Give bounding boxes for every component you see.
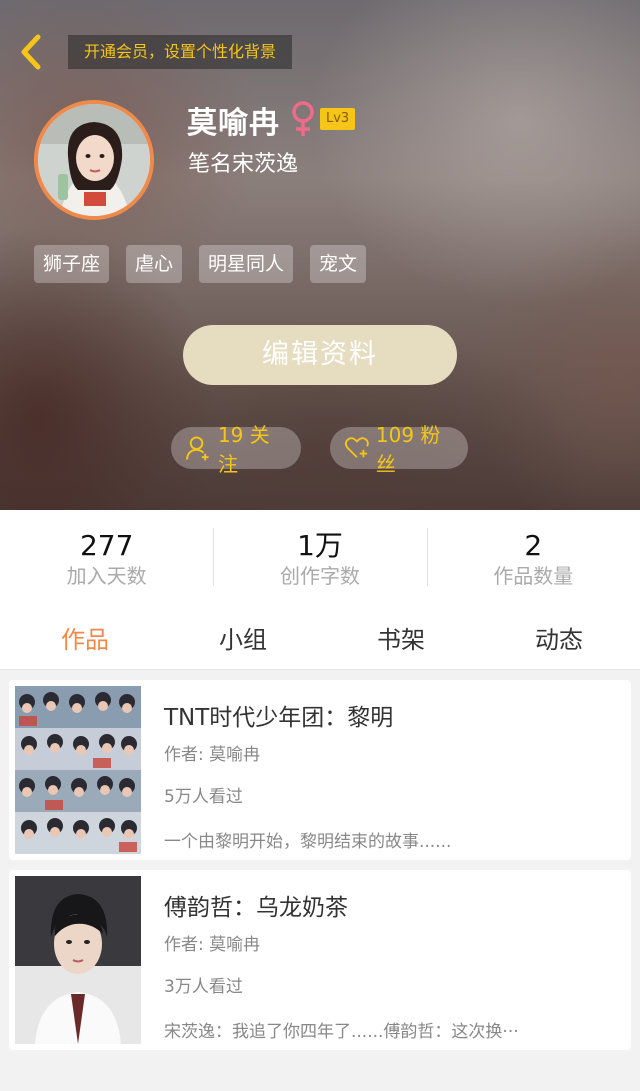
cover-image <box>15 686 141 854</box>
work-description: 宋茨逸：我追了你四年了......傅韵哲：这次换··· <box>164 1022 519 1042</box>
work-author: 作者: 莫喻冉 <box>164 935 261 955</box>
tab-works[interactable]: 作品 <box>61 620 109 655</box>
edit-profile-button[interactable]: 编辑资料 <box>183 325 457 385</box>
stat-label: 作品数量 <box>493 564 574 588</box>
stat-value: 277 <box>79 529 134 562</box>
pen-name: 笔名宋茨逸 <box>188 152 299 177</box>
level-badge: Lv3 <box>320 108 356 130</box>
vip-background-banner[interactable]: 开通会员，设置个性化背景 <box>68 35 293 69</box>
following-count: 19 关注 <box>217 423 270 476</box>
tag-item[interactable]: 虐心 <box>126 245 183 283</box>
stat-join-days: 277 加入天数 <box>0 510 213 604</box>
fans-count: 109 粉丝 <box>375 423 441 476</box>
work-views: 3万人看过 <box>164 977 243 997</box>
profile-header: 开通会员，设置个性化背景 莫喻冉 Lv3 笔名宋茨逸 狮子座 虐心 明星同人 宠… <box>0 0 640 510</box>
profile-tabs: 作品 小组 书架 动态 <box>0 604 640 670</box>
tag-item[interactable]: 宠文 <box>310 245 367 283</box>
profile-tags: 狮子座 虐心 明星同人 宠文 <box>34 245 367 283</box>
stat-label: 加入天数 <box>66 564 147 588</box>
tab-groups[interactable]: 小组 <box>219 620 267 655</box>
avatar-image <box>38 104 150 216</box>
tab-bookshelf[interactable]: 书架 <box>377 620 425 655</box>
work-title: 傅韵哲：乌龙奶茶 <box>164 895 348 921</box>
work-title: TNT时代少年团：黎明 <box>164 705 394 731</box>
stat-word-count: 1万 创作字数 <box>213 510 426 604</box>
tab-activity[interactable]: 动态 <box>535 620 583 655</box>
stat-works-count: 2 作品数量 <box>426 510 640 604</box>
chevron-left-icon <box>21 34 41 70</box>
work-description: 一个由黎明开始，黎明结束的故事...... <box>164 832 452 852</box>
person-plus-icon <box>185 436 209 461</box>
avatar[interactable] <box>34 100 154 220</box>
work-cover <box>15 686 141 854</box>
work-views: 5万人看过 <box>164 787 243 807</box>
tag-item[interactable]: 狮子座 <box>34 245 110 283</box>
female-icon <box>292 101 314 136</box>
work-item[interactable]: TNT时代少年团：黎明 作者: 莫喻冉 5万人看过 一个由黎明开始，黎明结束的故… <box>9 680 631 860</box>
heart-plus-icon <box>344 437 369 458</box>
following-button[interactable]: 19 关注 <box>171 423 301 476</box>
fans-button[interactable]: 109 粉丝 <box>330 423 468 476</box>
work-item[interactable]: 傅韵哲：乌龙奶茶 作者: 莫喻冉 3万人看过 宋茨逸：我追了你四年了......… <box>9 870 631 1050</box>
profile-stats: 277 加入天数 1万 创作字数 2 作品数量 <box>0 510 640 604</box>
back-button[interactable] <box>14 32 48 72</box>
username: 莫喻冉 <box>187 106 280 141</box>
work-author: 作者: 莫喻冉 <box>164 745 261 765</box>
tag-item[interactable]: 明星同人 <box>199 245 294 283</box>
work-cover <box>15 876 141 1044</box>
stat-value: 2 <box>524 529 543 562</box>
stat-label: 创作字数 <box>279 564 360 588</box>
stat-value: 1万 <box>297 529 343 562</box>
cover-image <box>15 876 141 1044</box>
